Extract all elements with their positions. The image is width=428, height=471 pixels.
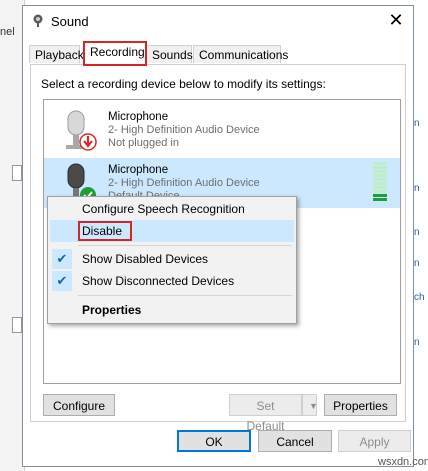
level-meter-segment — [373, 194, 387, 197]
background-link-fragment: n — [414, 258, 420, 269]
chevron-down-icon: ▼ — [309, 401, 318, 411]
checkmark-icon: ✔ — [52, 271, 72, 291]
level-meter-segment — [373, 170, 387, 173]
set-default-dropdown-button[interactable]: ▼ — [302, 394, 318, 416]
background-text-fragment: nel — [0, 26, 15, 38]
menu-item-disable[interactable]: Disable — [50, 220, 294, 242]
level-meter-segment — [373, 186, 387, 189]
ok-button[interactable]: OK — [177, 430, 251, 452]
device-description: 2- High Definition Audio Device — [108, 124, 260, 136]
configure-button[interactable]: Configure — [43, 394, 115, 416]
menu-separator — [78, 245, 292, 246]
level-meter-segment — [373, 174, 387, 177]
menu-separator — [78, 295, 292, 296]
menu-item-label: Configure Speech Recognition — [82, 202, 245, 216]
menu-item-properties[interactable]: Properties — [50, 299, 294, 321]
background-link-fragment: n — [414, 118, 420, 129]
menu-item-show-disconnected-devices[interactable]: ✔ Show Disconnected Devices — [50, 270, 294, 292]
checkmark-icon: ✔ — [52, 249, 72, 269]
tab-recording[interactable]: Recording — [83, 41, 147, 66]
list-item-microphone-unplugged[interactable]: Microphone 2- High Definition Audio Devi… — [44, 105, 400, 155]
tab-playback[interactable]: Playback — [29, 45, 84, 63]
audio-level-meter — [373, 162, 387, 202]
background-window-right: n n n n ch n — [412, 0, 428, 471]
cancel-button[interactable]: Cancel — [258, 430, 332, 452]
menu-item-label: Properties — [82, 303, 142, 317]
annotation-highlight-box — [78, 221, 132, 241]
level-meter-segment — [373, 190, 387, 193]
level-meter-segment — [373, 166, 387, 169]
title-bar[interactable]: Sound ✕ — [23, 6, 413, 36]
background-checkbox-fragment — [12, 165, 22, 181]
properties-button[interactable]: Properties — [324, 394, 397, 416]
window-title: Sound — [51, 14, 89, 29]
device-status: Not plugged in — [108, 137, 179, 149]
speaker-icon — [33, 14, 43, 27]
background-link-fragment: n — [414, 227, 420, 238]
level-meter-segment — [373, 162, 387, 165]
background-link-fragment: ch — [414, 292, 425, 303]
close-icon: ✕ — [388, 9, 404, 30]
set-default-button[interactable]: Set Default — [229, 394, 302, 433]
watermark-text: wsxdn.com — [378, 456, 428, 468]
device-description: 2- High Definition Audio Device — [108, 177, 260, 189]
background-checkbox-fragment — [12, 317, 22, 333]
close-button[interactable]: ✕ — [379, 6, 413, 34]
device-name: Microphone — [108, 111, 169, 123]
device-name: Microphone — [108, 164, 169, 176]
menu-item-configure-speech-recognition[interactable]: Configure Speech Recognition — [50, 198, 294, 220]
level-meter-segment — [373, 178, 387, 181]
menu-item-label: Show Disabled Devices — [82, 252, 209, 266]
context-menu: Configure Speech Recognition Disable ✔ S… — [47, 196, 297, 324]
instruction-text: Select a recording device below to modif… — [41, 77, 326, 91]
microphone-icon — [66, 110, 97, 151]
level-meter-segment — [373, 182, 387, 185]
level-meter-segment — [373, 198, 387, 201]
tab-communications[interactable]: Communications — [193, 45, 288, 63]
apply-button[interactable]: Apply — [338, 430, 411, 452]
tab-sounds[interactable]: Sounds — [146, 45, 193, 63]
background-link-fragment: n — [414, 337, 420, 348]
menu-item-label: Show Disconnected Devices — [82, 274, 235, 288]
menu-item-show-disabled-devices[interactable]: ✔ Show Disabled Devices — [50, 248, 294, 270]
background-link-fragment: n — [414, 183, 420, 194]
